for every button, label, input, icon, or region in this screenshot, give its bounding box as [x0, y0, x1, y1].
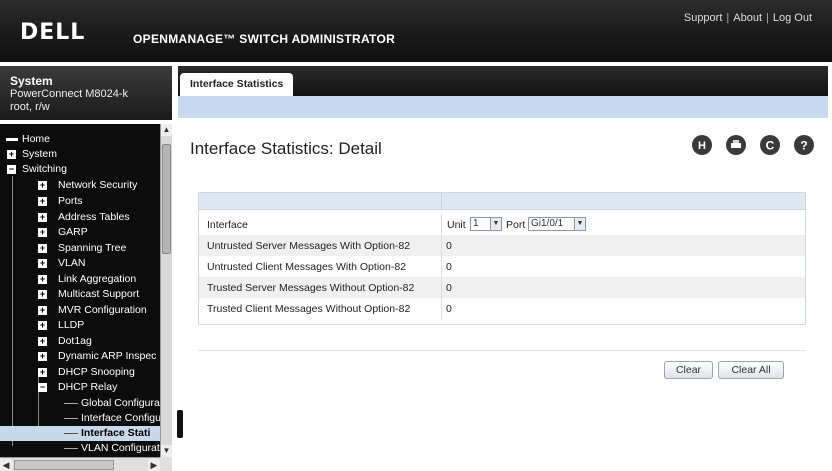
row-label: Untrusted Client Messages With Option-82	[207, 261, 407, 273]
print-icon[interactable]	[725, 134, 747, 156]
nav-garp[interactable]: + GARP	[0, 225, 160, 240]
nav-interface-statistics[interactable]: Interface Stati	[0, 426, 160, 441]
row-value: 0	[446, 240, 452, 252]
clear-all-button[interactable]: Clear All	[718, 361, 784, 379]
expand-icon[interactable]: +	[38, 368, 47, 377]
expand-icon[interactable]: +	[38, 228, 47, 237]
table-row: Untrusted Client Messages With Option-82…	[199, 256, 805, 277]
save-icon[interactable]: H	[691, 134, 713, 156]
nav-dynamic-arp-inspection[interactable]: + Dynamic ARP Inspec	[0, 349, 160, 364]
chevron-down-icon[interactable]: ▼	[490, 218, 501, 230]
navigation-tree: Home + System − Switching + Network Secu…	[0, 124, 172, 471]
row-label: Trusted Server Messages Without Option-8…	[207, 282, 415, 294]
scroll-up-icon[interactable]: ▲	[161, 124, 172, 136]
expand-icon[interactable]: +	[38, 181, 47, 190]
system-user: root, r/w	[10, 101, 50, 113]
row-label: Untrusted Server Messages With Option-82	[207, 240, 411, 252]
table-row: Trusted Client Messages Without Option-8…	[199, 298, 805, 319]
svg-text:C: C	[766, 139, 775, 153]
nav-multicast-support[interactable]: + Multicast Support	[0, 287, 160, 302]
clear-button[interactable]: Clear	[664, 361, 713, 379]
scroll-thumb[interactable]	[162, 144, 171, 254]
expand-icon[interactable]: +	[38, 352, 47, 361]
scroll-down-icon[interactable]: ▼	[161, 445, 172, 457]
table-row: Trusted Server Messages Without Option-8…	[199, 277, 805, 298]
nav-home[interactable]: Home	[0, 132, 160, 147]
scroll-right-icon[interactable]: ▶	[148, 459, 160, 471]
nav-spanning-tree[interactable]: + Spanning Tree	[0, 241, 160, 256]
chevron-down-icon[interactable]: ▼	[574, 218, 585, 230]
interface-statistics-table: Interface Unit 1 ▼ Port Gi1/0/1 ▼ Untrus…	[198, 192, 806, 325]
logout-link[interactable]: Log Out	[773, 12, 812, 24]
row-label: Trusted Client Messages Without Option-8…	[207, 303, 411, 315]
nav-interface-configuration[interactable]: Interface Configu	[0, 411, 161, 426]
svg-text:H: H	[698, 140, 706, 152]
row-value: 0	[446, 282, 452, 294]
nav-lldp[interactable]: + LLDP	[0, 318, 160, 333]
nav-vlan-configuration[interactable]: VLAN Configurat	[0, 441, 160, 456]
tab-content-strip	[178, 96, 828, 118]
expand-icon[interactable]: +	[7, 150, 16, 159]
dell-logo: DELL	[20, 20, 86, 45]
table-row-interface: Interface Unit 1 ▼ Port Gi1/0/1 ▼	[199, 214, 805, 235]
app-header: DELL OPENMANAGE™ SWITCH ADMINISTRATOR Su…	[0, 0, 832, 62]
product-title: OPENMANAGE™ SWITCH ADMINISTRATOR	[133, 32, 396, 46]
tab-interface-statistics[interactable]: Interface Statistics	[180, 73, 294, 96]
svg-text:?: ?	[800, 139, 807, 153]
support-link[interactable]: Support	[684, 12, 723, 24]
unit-select[interactable]: 1 ▼	[470, 217, 502, 231]
expand-icon[interactable]: +	[38, 306, 47, 315]
expand-icon[interactable]: +	[38, 321, 47, 330]
nav-network-security[interactable]: + Network Security	[0, 178, 160, 193]
row-value: 0	[446, 261, 452, 273]
expand-icon[interactable]: +	[38, 213, 47, 222]
nav-link-aggregation[interactable]: + Link Aggregation	[0, 272, 160, 287]
tab-bar: Interface Statistics	[178, 66, 828, 96]
section-divider	[198, 350, 806, 351]
nav-vlan[interactable]: + VLAN	[0, 256, 160, 271]
expand-icon[interactable]: +	[38, 290, 47, 299]
top-links: Support | About | Log Out	[683, 12, 812, 24]
expand-icon[interactable]: +	[38, 337, 47, 346]
scroll-left-icon[interactable]: ◀	[0, 459, 12, 471]
panel-splitter-handle[interactable]	[177, 410, 183, 438]
expand-icon[interactable]: +	[38, 244, 47, 253]
expand-icon[interactable]: +	[38, 275, 47, 284]
table-row: Untrusted Server Messages With Option-82…	[199, 235, 805, 256]
system-title: System	[10, 74, 53, 88]
table-header	[199, 193, 805, 210]
row-value: 0	[446, 303, 452, 315]
port-select[interactable]: Gi1/0/1 ▼	[528, 217, 586, 231]
nav-ports[interactable]: + Ports	[0, 194, 160, 209]
nav-vertical-scrollbar[interactable]: ▲ ▼	[160, 124, 172, 457]
unit-label: Unit	[447, 219, 466, 231]
collapse-icon[interactable]: −	[38, 383, 47, 392]
scroll-thumb[interactable]	[14, 460, 114, 470]
port-label: Port	[506, 219, 526, 231]
page-title: Interface Statistics: Detail	[190, 139, 382, 158]
nav-dhcp-relay[interactable]: − DHCP Relay	[0, 380, 160, 395]
expand-icon[interactable]: +	[38, 259, 47, 268]
nav-global-configuration[interactable]: Global Configura	[0, 396, 160, 411]
help-icon[interactable]: ?	[793, 134, 815, 156]
nav-horizontal-scrollbar[interactable]: ◀ ▶	[0, 457, 160, 471]
nav-mvr-configuration[interactable]: + MVR Configuration	[0, 303, 160, 318]
nav-dhcp-snooping[interactable]: + DHCP Snooping	[0, 365, 160, 380]
expand-icon[interactable]: +	[38, 197, 47, 206]
collapse-icon[interactable]: −	[7, 165, 16, 174]
nav-address-tables[interactable]: + Address Tables	[0, 210, 160, 225]
scrollbar-corner	[160, 457, 172, 471]
system-model: PowerConnect M8024-k	[10, 88, 129, 100]
about-link[interactable]: About	[733, 12, 762, 24]
nav-switching[interactable]: − Switching	[0, 162, 160, 177]
refresh-icon[interactable]: C	[759, 134, 781, 156]
nav-system[interactable]: + System	[0, 147, 160, 162]
row-label: Interface	[207, 219, 248, 231]
nav-dot1ag[interactable]: + Dot1ag	[0, 334, 160, 349]
system-info-panel: System PowerConnect M8024-k root, r/w	[0, 66, 172, 120]
